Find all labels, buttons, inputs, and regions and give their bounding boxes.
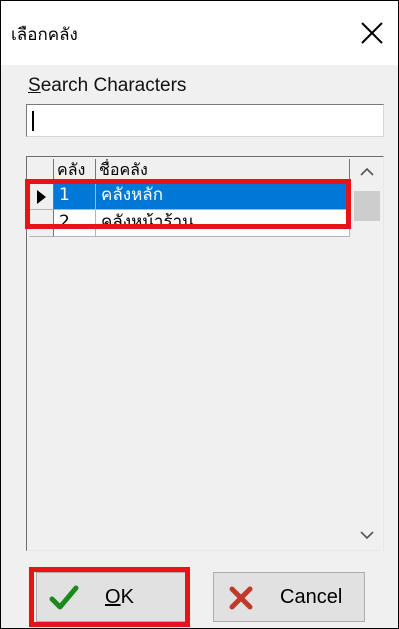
ok-button-label: OK [105, 586, 134, 609]
search-input[interactable] [26, 104, 384, 137]
header-indicator-cell [29, 159, 54, 183]
x-mark-icon [229, 586, 253, 610]
text-caret [32, 111, 34, 131]
row-indicator [29, 210, 54, 237]
title-bar: เลือกคลัง [1, 1, 398, 65]
table-row[interactable]: 2 คลังหน้าร้าน [29, 210, 350, 237]
current-row-arrow-icon [37, 190, 46, 204]
grid-header: คลัง ชื่อคลัง [29, 159, 350, 183]
row-warehouse-name[interactable]: คลังหลัก [96, 183, 350, 210]
column-header-warehouse-name[interactable]: ชื่อคลัง [96, 159, 350, 183]
ok-rest: K [120, 586, 134, 608]
ok-button[interactable]: OK [36, 572, 187, 622]
warehouse-grid[interactable]: คลัง ชื่อคลัง 1 คลังหลัก 2 คลังหน้าร้าน [26, 156, 384, 551]
row-warehouse-code[interactable]: 1 [54, 183, 96, 210]
select-warehouse-dialog: เลือกคลัง Search Characters คลัง ชื่อคลั… [0, 0, 399, 629]
dialog-title: เลือกคลัง [11, 25, 78, 45]
search-label-rest: earch Characters [40, 75, 187, 96]
check-icon [49, 585, 79, 610]
vertical-scrollbar[interactable] [351, 159, 382, 548]
column-header-warehouse[interactable]: คลัง [54, 159, 96, 183]
close-button[interactable] [358, 19, 386, 47]
chevron-up-icon [359, 167, 374, 176]
table-row[interactable]: 1 คลังหลัก [29, 183, 350, 210]
search-label: Search Characters [28, 75, 186, 97]
scroll-up-button[interactable] [351, 159, 382, 185]
search-label-accel: S [28, 75, 41, 96]
row-indicator [29, 183, 54, 210]
row-warehouse-code[interactable]: 2 [54, 210, 96, 237]
ok-accel: O [105, 586, 121, 608]
row-warehouse-name[interactable]: คลังหน้าร้าน [96, 210, 350, 237]
cancel-button[interactable]: Cancel [213, 572, 365, 622]
chevron-down-icon [359, 531, 374, 540]
cancel-button-label: Cancel [280, 586, 343, 608]
scroll-thumb[interactable] [354, 191, 380, 221]
grid-body: คลัง ชื่อคลัง 1 คลังหลัก 2 คลังหน้าร้าน [29, 159, 350, 548]
scroll-down-button[interactable] [351, 522, 382, 548]
close-icon [361, 22, 383, 44]
